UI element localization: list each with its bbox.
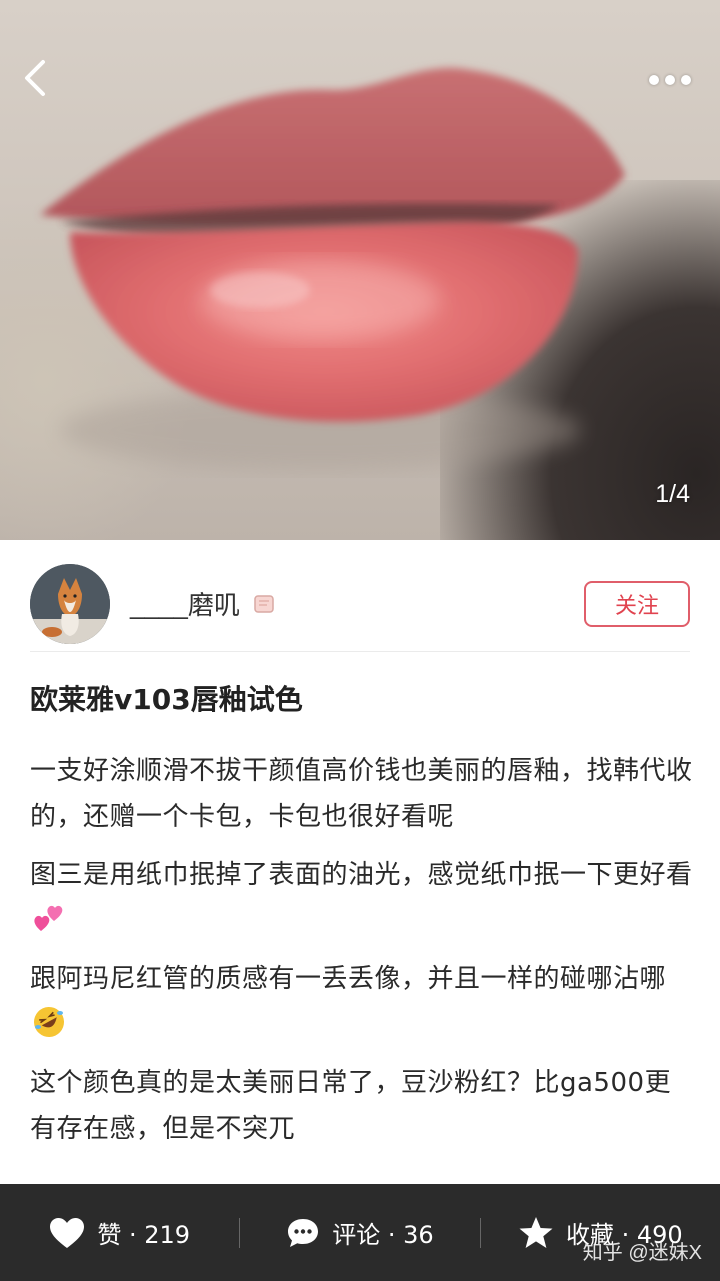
- image-page-indicator: 1/4: [655, 480, 690, 508]
- avatar[interactable]: [30, 563, 110, 644]
- bottom-action-bar: 赞 · 219 评论 · 36 收藏 · 490: [0, 1184, 720, 1281]
- two-hearts-emoji: [34, 905, 63, 931]
- lips-illustration: [40, 68, 625, 470]
- like-count: 赞 · 219: [97, 1221, 191, 1249]
- like-button[interactable]: 赞 · 219: [0, 1184, 239, 1281]
- favorite-button[interactable]: 收藏 · 490: [481, 1184, 720, 1281]
- rofl-emoji: [34, 1007, 64, 1037]
- post-paragraph: 这个颜色真的是太美丽日常了，豆沙粉红？比ga500更有存在感，但是不突兀: [30, 1068, 672, 1144]
- post-paragraph: 图三是用纸巾抿掉了表面的油光，感觉纸巾抿一下更好看: [30, 852, 694, 944]
- comment-button[interactable]: 评论 · 36: [240, 1184, 479, 1281]
- fox-avatar-image: [30, 563, 110, 644]
- follow-button[interactable]: 关注: [584, 580, 690, 627]
- post-paragraph: 跟阿玛尼红管的质感有一丢丢像，并且一样的碰哪沾哪: [30, 956, 694, 1048]
- badge-icon: [254, 594, 274, 613]
- more-dots-icon: [649, 75, 659, 85]
- author-row: ____磨叽 关注: [30, 556, 690, 652]
- post-paragraph: 一支好涂顺滑不拔干颜值高价钱也美丽的唇釉，找韩代收的，还赠一个卡包，卡包也很好看…: [30, 756, 693, 832]
- post-content: 欧莱雅v103唇釉试色 一支好涂顺滑不拔干颜值高价钱也美丽的唇釉，找韩代收的，还…: [30, 680, 694, 1164]
- comment-count: 评论 · 36: [332, 1221, 434, 1249]
- comment-bubble-icon: [288, 1218, 319, 1247]
- more-dots-icon: [665, 75, 675, 85]
- back-button[interactable]: [22, 58, 66, 102]
- star-icon: [519, 1216, 553, 1248]
- post-title: 欧莱雅v103唇釉试色: [30, 683, 303, 716]
- post-image[interactable]: 1/4: [0, 0, 720, 540]
- watermark: 知乎 @迷妹X: [582, 1242, 702, 1264]
- author-name[interactable]: ____磨叽: [130, 585, 240, 622]
- heart-icon: [50, 1217, 85, 1248]
- more-options-button[interactable]: [642, 62, 698, 98]
- more-dots-icon: [681, 75, 691, 85]
- back-arrow-icon: [25, 60, 45, 96]
